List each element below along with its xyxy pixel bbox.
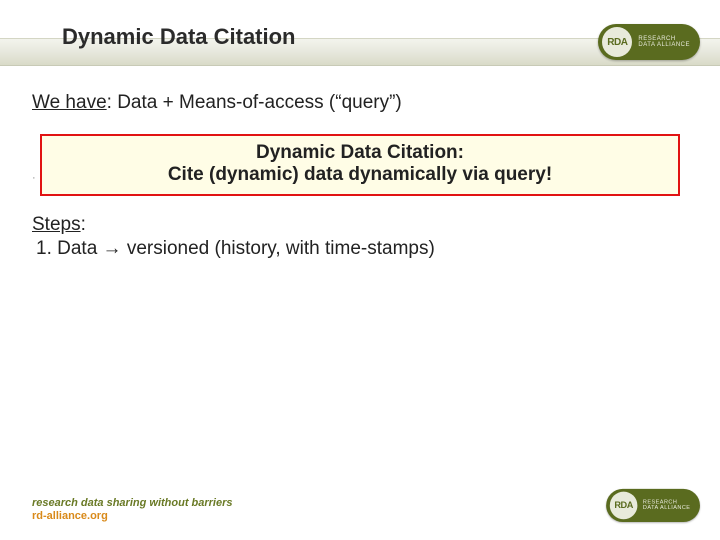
steps-colon: :: [81, 214, 86, 235]
steps-list: 1. Data → versioned (history, with time-…: [32, 238, 688, 260]
rda-logo-bottom: RDA RESEARCH DATA ALLIANCE: [598, 486, 700, 522]
rda-logo-line2: DATA ALLIANCE: [643, 505, 691, 511]
we-have-line: We have: Data + Means-of-access (“query”…: [32, 92, 688, 114]
footer-left: research data sharing without barriers r…: [32, 497, 233, 522]
rda-emblem-icon: RDA: [602, 27, 632, 57]
we-have-label: We have: [32, 92, 107, 113]
steps-block: Steps: 1. Data → versioned (history, wit…: [32, 214, 688, 260]
rda-badge: RDA RESEARCH DATA ALLIANCE: [606, 489, 700, 522]
rda-badge: RDA RESEARCH DATA ALLIANCE: [598, 24, 700, 60]
content-area: We have: Data + Means-of-access (“query”…: [32, 92, 688, 260]
footer-url: rd-alliance.org: [32, 510, 233, 522]
page-title: Dynamic Data Citation: [62, 24, 296, 50]
we-have-rest: : Data + Means-of-access (“query”): [107, 92, 402, 113]
callout-box: Dynamic Data Citation: Cite (dynamic) da…: [40, 134, 680, 196]
rda-logo-text: RESEARCH DATA ALLIANCE: [643, 500, 691, 511]
callout-line2: Cite (dynamic) data dynamically via quer…: [52, 164, 668, 186]
list-item: 1. Data → versioned (history, with time-…: [32, 238, 688, 260]
rda-logo-line2: DATA ALLIANCE: [638, 42, 690, 48]
callout-line1: Dynamic Data Citation:: [52, 142, 668, 164]
bullet-artifact: ·: [32, 172, 36, 184]
steps-label: Steps: [32, 214, 81, 235]
step-num: 1.: [36, 238, 52, 259]
footer-tagline: research data sharing without barriers: [32, 497, 233, 509]
rda-logo-top: RDA RESEARCH DATA ALLIANCE: [598, 24, 700, 60]
footer: research data sharing without barriers r…: [32, 486, 700, 522]
step-text: Data → versioned (history, with time-sta…: [57, 238, 435, 259]
rda-logo-text: RESEARCH DATA ALLIANCE: [638, 36, 690, 48]
rda-emblem-icon: RDA: [610, 492, 638, 520]
